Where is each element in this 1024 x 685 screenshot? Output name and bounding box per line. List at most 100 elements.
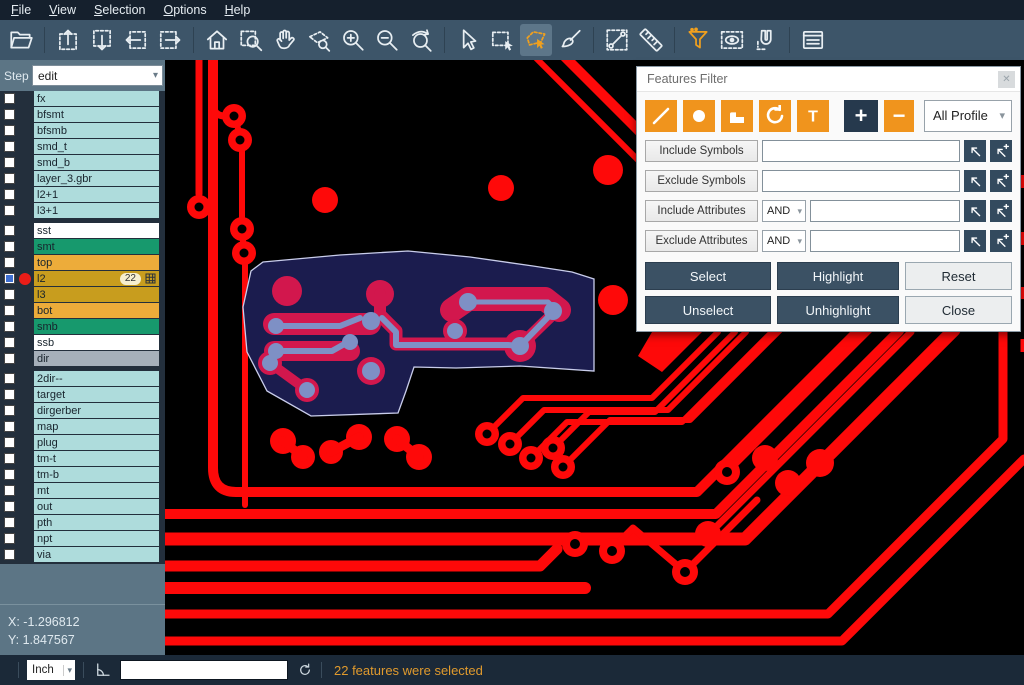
layer-checkbox-smt[interactable] <box>4 241 15 252</box>
layer-checkbox-bfsmb[interactable] <box>4 125 15 136</box>
zoom-out-icon[interactable] <box>371 24 403 56</box>
exclude-attributes-button[interactable]: Exclude Attributes <box>645 230 758 252</box>
zoom-previous-icon[interactable] <box>405 24 437 56</box>
layer-name-tm-t[interactable]: tm-t <box>34 451 159 466</box>
pick-add-from-canvas-icon[interactable] <box>990 170 1012 192</box>
layer-name-smd_b[interactable]: smd_b <box>34 155 159 170</box>
layer-checkbox-dirgerber[interactable] <box>4 405 15 416</box>
unit-dropdown[interactable]: Inch ▾ <box>27 660 75 680</box>
menu-item-file[interactable]: File <box>2 1 40 19</box>
ruler-icon[interactable] <box>635 24 667 56</box>
clear-brush-icon[interactable] <box>554 24 586 56</box>
select-cursor-icon[interactable] <box>452 24 484 56</box>
pick-from-canvas-icon[interactable] <box>964 230 986 252</box>
layer-checkbox-ssb[interactable] <box>4 337 15 348</box>
layer-name-dir[interactable]: dir <box>34 351 159 366</box>
layer-name-smd_t[interactable]: smd_t <box>34 139 159 154</box>
command-input[interactable] <box>120 660 288 680</box>
layer-checkbox-out[interactable] <box>4 501 15 512</box>
pick-add-from-canvas-icon[interactable] <box>990 200 1012 222</box>
layer-name-plug[interactable]: plug <box>34 435 159 450</box>
layer-checkbox-smd_t[interactable] <box>4 141 15 152</box>
open-file-icon[interactable] <box>5 24 37 56</box>
pan-right-icon[interactable] <box>154 24 186 56</box>
close-icon[interactable]: ✕ <box>998 71 1015 88</box>
pan-down-icon[interactable] <box>86 24 118 56</box>
layer-checkbox-top[interactable] <box>4 257 15 268</box>
pick-from-canvas-icon[interactable] <box>964 200 986 222</box>
layer-name-fx[interactable]: fx <box>34 91 159 106</box>
unhighlight-button[interactable]: Unhighlight <box>777 296 899 324</box>
layer-name-npt[interactable]: npt <box>34 531 159 546</box>
layer-checkbox-l3[interactable] <box>4 289 15 300</box>
include-attributes-button[interactable]: Include Attributes <box>645 200 758 222</box>
layers-panel-icon[interactable] <box>797 24 829 56</box>
menu-item-help[interactable]: Help <box>216 1 260 19</box>
highlight-button[interactable]: Highlight <box>777 262 899 290</box>
pick-add-from-canvas-icon[interactable] <box>990 140 1012 162</box>
layer-checkbox-mt[interactable] <box>4 485 15 496</box>
layer-checkbox-via[interactable] <box>4 549 15 560</box>
layer-name-l3[interactable]: l3 <box>34 287 159 302</box>
include-attributes-input[interactable] <box>810 200 960 222</box>
logic-operator-dropdown[interactable]: AND▾ <box>762 230 806 252</box>
pick-from-canvas-icon[interactable] <box>964 170 986 192</box>
layer-checkbox-l2+1[interactable] <box>4 189 15 200</box>
layer-name-pth[interactable]: pth <box>34 515 159 530</box>
layer-name-top[interactable]: top <box>34 255 159 270</box>
layer-checkbox-sst[interactable] <box>4 225 15 236</box>
layer-name-smb[interactable]: smb <box>34 319 159 334</box>
layer-checkbox-smb[interactable] <box>4 321 15 332</box>
layer-checkbox-target[interactable] <box>4 389 15 400</box>
exclude-symbols-button[interactable]: Exclude Symbols <box>645 170 758 192</box>
layer-name-sst[interactable]: sst <box>34 223 159 238</box>
feature-arc-icon[interactable] <box>759 100 791 132</box>
profile-dropdown[interactable]: All Profile ▾ <box>924 100 1012 132</box>
close-button[interactable]: Close <box>905 296 1012 324</box>
snap-angle-icon[interactable] <box>94 661 112 679</box>
layer-name-via[interactable]: via <box>34 547 159 562</box>
feature-line-icon[interactable] <box>645 100 677 132</box>
layer-name-tm-b[interactable]: tm-b <box>34 467 159 482</box>
layer-name-bot[interactable]: bot <box>34 303 159 318</box>
menu-item-selection[interactable]: Selection <box>85 1 154 19</box>
layer-checkbox-tm-t[interactable] <box>4 453 15 464</box>
layer-name-layer_3.gbr[interactable]: layer_3.gbr <box>34 171 159 186</box>
layer-checkbox-dir[interactable] <box>4 353 15 364</box>
layer-checkbox-tm-b[interactable] <box>4 469 15 480</box>
layer-checkbox-l3+1[interactable] <box>4 205 15 216</box>
refresh-icon[interactable] <box>297 662 313 678</box>
layer-name-l3+1[interactable]: l3+1 <box>34 203 159 218</box>
unselect-button[interactable]: Unselect <box>645 296 771 324</box>
layer-name-2dir--[interactable]: 2dir-- <box>34 371 159 386</box>
layer-checkbox-bfsmt[interactable] <box>4 109 15 120</box>
pan-up-icon[interactable] <box>52 24 84 56</box>
layer-name-map[interactable]: map <box>34 419 159 434</box>
zoom-object-icon[interactable] <box>303 24 335 56</box>
layer-name-bfsmb[interactable]: bfsmb <box>34 123 159 138</box>
zoom-area-icon[interactable] <box>235 24 267 56</box>
layer-name-smt[interactable]: smt <box>34 239 159 254</box>
layer-checkbox-smd_b[interactable] <box>4 157 15 168</box>
pick-add-from-canvas-icon[interactable] <box>990 230 1012 252</box>
pick-from-canvas-icon[interactable] <box>964 140 986 162</box>
measure-distance-icon[interactable] <box>601 24 633 56</box>
exclude-attributes-input[interactable] <box>810 230 960 252</box>
include-symbols-button[interactable]: Include Symbols <box>645 140 758 162</box>
layer-checkbox-2dir--[interactable] <box>4 373 15 384</box>
layer-name-l2[interactable]: l222 <box>34 271 159 286</box>
layer-checkbox-pth[interactable] <box>4 517 15 528</box>
layer-name-ssb[interactable]: ssb <box>34 335 159 350</box>
view-selection-icon[interactable] <box>716 24 748 56</box>
layer-checkbox-layer_3.gbr[interactable] <box>4 173 15 184</box>
feature-text-icon[interactable]: T <box>797 100 829 132</box>
features-filter-icon[interactable] <box>682 24 714 56</box>
layer-checkbox-map[interactable] <box>4 421 15 432</box>
menu-item-options[interactable]: Options <box>154 1 215 19</box>
snap-magnet-icon[interactable] <box>750 24 782 56</box>
feature-surface-icon[interactable] <box>721 100 753 132</box>
layer-name-target[interactable]: target <box>34 387 159 402</box>
layer-name-bfsmt[interactable]: bfsmt <box>34 107 159 122</box>
layer-checkbox-fx[interactable] <box>4 93 15 104</box>
include-symbols-input[interactable] <box>762 140 960 162</box>
